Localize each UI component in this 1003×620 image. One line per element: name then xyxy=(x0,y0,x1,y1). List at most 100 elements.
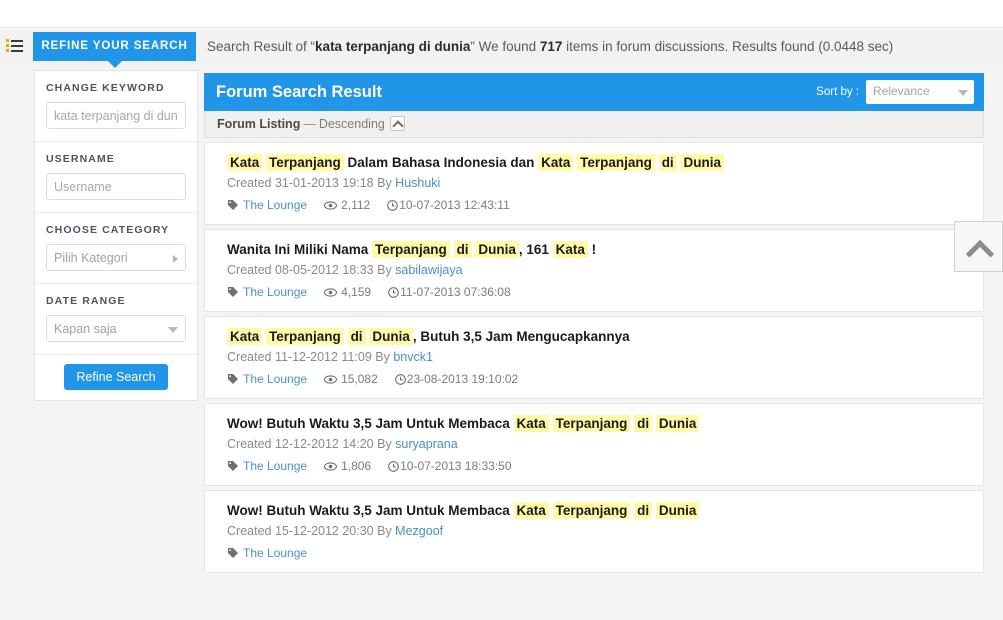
sidebar-block-change-keyword: CHANGE KEYWORD xyxy=(35,71,197,142)
view-count: 1,806 xyxy=(324,458,371,476)
last-post-time-value: 10-07-2013 18:33:50 xyxy=(400,459,512,473)
refine-tab-label: REFINE YOUR SEARCH xyxy=(41,40,188,52)
results-header-title: Forum Search Result xyxy=(216,83,382,101)
sort-by-control: Sort by : Relevance xyxy=(816,80,974,104)
keyword-input[interactable] xyxy=(46,102,186,129)
date-range-select[interactable]: Kapan saja xyxy=(46,315,186,342)
clock-icon xyxy=(388,460,399,476)
title-text: , 161 xyxy=(518,242,553,257)
result-item[interactable]: Kata Terpanjang Dalam Bahasa Indonesia d… xyxy=(204,142,984,225)
highlighted-term: di xyxy=(634,415,653,432)
result-item[interactable]: Wanita Ini Miliki Nama Terpanjang di Dun… xyxy=(204,229,984,312)
view-count: 15,082 xyxy=(324,371,378,389)
last-post-time-value: 23-08-2013 19:10:02 xyxy=(406,372,519,386)
created-text: Created 11-12-2012 11:09 By xyxy=(227,350,394,364)
eye-icon xyxy=(324,460,338,476)
title-text xyxy=(344,329,348,344)
page-root: REFINE YOUR SEARCH Search Result of “kat… xyxy=(0,0,1003,620)
highlighted-term: di xyxy=(453,241,472,258)
highlighted-term: Terpanjang xyxy=(552,415,631,432)
forum-link[interactable]: The Lounge xyxy=(243,372,307,386)
forum-link[interactable]: The Lounge xyxy=(243,285,307,299)
chevron-down-icon xyxy=(958,90,968,96)
title-text: Wow! Butuh Waktu 3,5 Jam Untuk Membaca xyxy=(227,416,514,431)
result-title[interactable]: Wow! Butuh Waktu 3,5 Jam Untuk Membaca K… xyxy=(227,501,969,520)
list-menu-icon[interactable] xyxy=(6,36,26,56)
tag-icon xyxy=(227,547,239,563)
eye-icon xyxy=(324,373,338,389)
search-result-summary: Search Result of “kata terpanjang di dun… xyxy=(207,32,893,61)
refine-search-button[interactable]: Refine Search xyxy=(64,364,168,390)
tag-icon xyxy=(227,199,239,215)
chevron-down-icon xyxy=(168,327,178,333)
result-item[interactable]: Wow! Butuh Waktu 3,5 Jam Untuk Membaca K… xyxy=(204,403,984,486)
highlighted-term: Kata xyxy=(227,328,263,345)
refine-your-search-tab[interactable]: REFINE YOUR SEARCH xyxy=(33,32,196,68)
created-text: Created 12-12-2012 14:20 By xyxy=(227,437,396,451)
highlighted-term: Dunia xyxy=(655,502,700,519)
title-text xyxy=(549,503,553,518)
forum-category[interactable]: The Lounge xyxy=(227,458,307,476)
scroll-to-top-button[interactable] xyxy=(954,221,1003,272)
last-post-time-value: 11-07-2013 07:36:08 xyxy=(400,285,511,299)
author-link[interactable]: sabilawijaya xyxy=(395,263,462,277)
result-meta: Created 31-01-2013 19:18 By Hushuki xyxy=(227,174,969,192)
forum-link[interactable]: The Lounge xyxy=(243,546,307,560)
eye-icon xyxy=(324,199,338,215)
summary-middle: ” We found xyxy=(470,39,540,54)
result-title[interactable]: Wanita Ini Miliki Nama Terpanjang di Dun… xyxy=(227,240,969,259)
last-post-time-value: 10-07-2013 12:43:11 xyxy=(399,198,510,212)
view-count-value: 2,112 xyxy=(341,198,371,212)
last-post-time: 10-07-2013 18:33:50 xyxy=(388,458,512,476)
result-stats: The Lounge 15,082 23-08-2013 19:10:02 xyxy=(227,371,969,389)
created-text: Created 15-12-2012 20:30 By xyxy=(227,524,396,538)
result-title[interactable]: Kata Terpanjang Dalam Bahasa Indonesia d… xyxy=(227,153,969,172)
result-meta: Created 11-12-2012 11:09 By bnvck1 xyxy=(227,348,969,366)
author-link[interactable]: bnvck1 xyxy=(393,350,433,364)
author-link[interactable]: suryaprana xyxy=(395,437,458,451)
result-stats: The Lounge xyxy=(227,545,969,563)
category-select[interactable]: Pilih Kategori xyxy=(46,244,186,271)
forum-listing-label: Forum Listing xyxy=(217,117,301,131)
sort-by-select[interactable]: Relevance xyxy=(866,80,974,104)
forum-link[interactable]: The Lounge xyxy=(243,459,307,473)
forum-category[interactable]: The Lounge xyxy=(227,284,307,302)
summary-suffix: items in forum discussions. Results foun… xyxy=(562,39,894,54)
view-count-value: 1,806 xyxy=(341,459,372,473)
username-input[interactable] xyxy=(46,173,186,200)
sort-by-label: Sort by : xyxy=(816,86,859,98)
highlighted-term: Kata xyxy=(513,415,549,432)
title-text: Dalam Bahasa Indonesia dan xyxy=(343,155,539,170)
forum-category[interactable]: The Lounge xyxy=(227,371,307,389)
result-title[interactable]: Kata Terpanjang di Dunia, Butuh 3,5 Jam … xyxy=(227,327,969,346)
forum-category[interactable]: The Lounge xyxy=(227,197,307,215)
highlighted-term: di xyxy=(634,502,653,519)
sidebar-block-date-range: DATE RANGE Kapan saja xyxy=(35,284,197,355)
date-range-select-value: Kapan saja xyxy=(54,322,117,336)
tag-icon xyxy=(227,286,239,302)
result-title[interactable]: Wow! Butuh Waktu 3,5 Jam Untuk Membaca K… xyxy=(227,414,969,433)
author-link[interactable]: Mezgoof xyxy=(395,524,443,538)
sidebar-block-choose-category: CHOOSE CATEGORY Pilih Kategori xyxy=(35,213,197,284)
result-meta: Created 12-12-2012 14:20 By suryaprana xyxy=(227,435,969,453)
highlighted-term: Kata xyxy=(552,241,588,258)
result-item[interactable]: Wow! Butuh Waktu 3,5 Jam Untuk Membaca K… xyxy=(204,490,984,573)
chevron-up-icon[interactable] xyxy=(389,116,405,132)
author-link[interactable]: Hushuki xyxy=(395,176,440,190)
clock-icon xyxy=(388,286,399,302)
result-item[interactable]: Kata Terpanjang di Dunia, Butuh 3,5 Jam … xyxy=(204,316,984,399)
title-text: ! xyxy=(587,242,597,257)
category-select-value: Pilih Kategori xyxy=(54,251,128,265)
sort-by-value: Relevance xyxy=(873,84,930,98)
refine-search-sidebar: CHANGE KEYWORD USERNAME CHOOSE CATEGORY … xyxy=(34,70,198,401)
highlighted-term: Terpanjang xyxy=(372,241,450,258)
listing-direction: Descending xyxy=(318,117,385,131)
sidebar-block-username: USERNAME xyxy=(35,142,197,213)
forum-link[interactable]: The Lounge xyxy=(243,198,307,212)
created-text: Created 08-05-2012 18:33 By xyxy=(227,263,396,277)
highlighted-term: Kata xyxy=(227,154,263,171)
tab-pointer-icon xyxy=(107,61,122,68)
eye-icon xyxy=(324,286,338,302)
forum-category[interactable]: The Lounge xyxy=(227,545,307,563)
title-text: , Butuh 3,5 Jam Mengucapkannya xyxy=(412,329,630,344)
